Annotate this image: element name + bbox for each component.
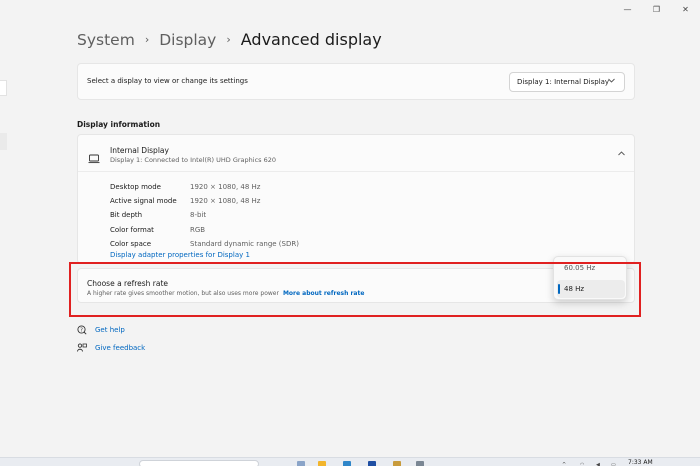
property-key: Color space xyxy=(110,239,152,248)
taskbar-app-icon[interactable] xyxy=(297,461,305,466)
taskbar-app-icon[interactable] xyxy=(393,461,401,466)
taskbar-app-icon[interactable] xyxy=(368,461,376,466)
sidebar-fragment-search[interactable] xyxy=(0,80,7,96)
window-controls: — ❐ ✕ xyxy=(613,0,700,18)
sidebar-fragment-selected[interactable] xyxy=(0,133,7,150)
breadcrumb-separator: › xyxy=(226,33,231,46)
taskbar-app-icon[interactable] xyxy=(343,461,351,466)
breadcrumb-separator: › xyxy=(144,33,150,46)
taskbar: ^ ◠ ◀ ▭ 7:33 AM xyxy=(0,457,700,466)
property-row: Color format RGB xyxy=(110,223,299,237)
property-value: 1920 × 1080, 48 Hz xyxy=(190,183,261,192)
laptop-icon xyxy=(88,149,100,164)
property-value: 1920 × 1080, 48 Hz xyxy=(190,197,261,206)
display-select-card: Select a display to view or change its s… xyxy=(77,63,635,100)
close-button[interactable]: ✕ xyxy=(671,0,700,18)
chevron-down-icon xyxy=(608,77,615,85)
property-key: Desktop mode xyxy=(110,183,161,192)
minimize-button[interactable]: — xyxy=(613,0,642,18)
taskbar-search-box[interactable] xyxy=(139,460,259,466)
section-title-display-information: Display information xyxy=(77,120,161,129)
display-information-card: Internal Display Display 1: Connected to… xyxy=(77,134,635,264)
display-properties: Desktop mode 1920 × 1080, 48 Hz Active s… xyxy=(110,180,299,251)
property-key: Color format xyxy=(110,225,154,234)
tray-chevron-icon[interactable]: ^ xyxy=(562,462,566,466)
display-select-label: Select a display to view or change its s… xyxy=(87,77,248,85)
property-row: Bit depth 8-bit xyxy=(110,208,299,222)
display-adapter-properties-link[interactable]: Display adapter properties for Display 1 xyxy=(110,251,250,259)
property-value: RGB xyxy=(190,225,206,234)
chevron-up-icon[interactable] xyxy=(618,149,625,158)
property-row: Desktop mode 1920 × 1080, 48 Hz xyxy=(110,180,299,194)
property-value: 8-bit xyxy=(190,211,207,220)
property-row: Active signal mode 1920 × 1080, 48 Hz xyxy=(110,194,299,208)
give-feedback-label: Give feedback xyxy=(95,344,146,352)
taskbar-app-icon[interactable] xyxy=(318,461,326,466)
display-connection: Display 1: Connected to Intel(R) UHD Gra… xyxy=(110,156,277,164)
page-title: Advanced display xyxy=(240,30,382,49)
property-value: Standard dynamic range (SDR) xyxy=(190,239,299,248)
get-help-label: Get help xyxy=(95,326,125,334)
property-key: Active signal mode xyxy=(110,197,177,206)
highlight-annotation-box xyxy=(69,262,641,317)
display-dropdown-value: Display 1: Internal Display xyxy=(517,78,610,86)
restore-button[interactable]: ❐ xyxy=(642,0,671,18)
taskbar-clock[interactable]: 7:33 AM xyxy=(628,459,653,466)
svg-text:?: ? xyxy=(80,328,83,334)
get-help-link[interactable]: ? Get help xyxy=(77,325,125,335)
tray-battery-icon[interactable]: ▭ xyxy=(611,462,616,466)
display-name: Internal Display xyxy=(110,146,169,155)
display-dropdown[interactable]: Display 1: Internal Display xyxy=(509,72,625,92)
breadcrumb: System › Display › Advanced display xyxy=(77,30,382,49)
display-information-header[interactable]: Internal Display Display 1: Connected to… xyxy=(78,135,634,172)
help-icon: ? xyxy=(77,325,87,335)
tray-network-icon[interactable]: ◠ xyxy=(580,462,584,466)
feedback-icon xyxy=(77,343,87,353)
property-key: Bit depth xyxy=(110,211,143,220)
breadcrumb-system[interactable]: System xyxy=(77,31,135,49)
tray-volume-icon[interactable]: ◀ xyxy=(596,462,600,466)
breadcrumb-display[interactable]: Display xyxy=(159,31,216,49)
windows-start-icon[interactable] xyxy=(117,460,125,466)
taskbar-app-icon[interactable] xyxy=(416,461,424,466)
property-row: Color space Standard dynamic range (SDR) xyxy=(110,237,299,251)
give-feedback-link[interactable]: Give feedback xyxy=(77,343,145,353)
